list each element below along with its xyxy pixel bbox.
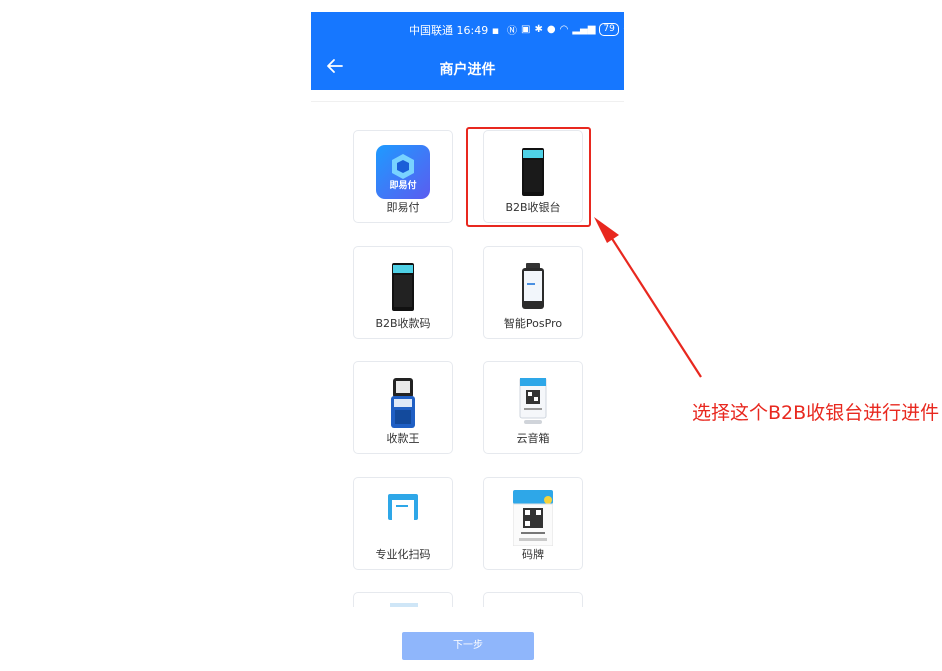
product-card-partial-right[interactable] — [483, 592, 583, 607]
phone-screen: 中国联通 16:49 ▪ Ⓝ ▣ ✱ ● ◠ ▂▄▆ 79 ϟ — [311, 12, 624, 671]
battery-icon: 79 — [599, 23, 619, 36]
location-icon: ● — [546, 24, 556, 35]
screenshot-canvas: 中国联通 16:49 ▪ Ⓝ ▣ ✱ ● ◠ ▂▄▆ 79 ϟ — [0, 0, 942, 671]
carrier-name: 中国联通 — [409, 24, 453, 37]
page-title: 商户进件 — [439, 62, 496, 78]
scanner-box-icon — [388, 494, 418, 520]
product-label: 专业化扫码 — [375, 548, 431, 561]
nfc-icon: Ⓝ — [507, 26, 517, 37]
product-card-cloud-speaker[interactable]: 云音箱 — [483, 361, 583, 454]
product-label: 智能PosPro — [503, 317, 563, 330]
bluetooth-icon: ✱ — [534, 24, 543, 35]
notification-dot-icon: ▪ — [491, 24, 500, 37]
app-header: 中国联通 16:49 ▪ Ⓝ ▣ ✱ ● ◠ ▂▄▆ 79 ϟ — [311, 12, 624, 90]
product-label: 云音箱 — [516, 432, 550, 445]
jiyifu-logo-text: 即易付 — [389, 181, 417, 191]
product-label: B2B收款码 — [375, 317, 431, 330]
product-card-pro-scanner[interactable]: 专业化扫码 — [353, 477, 453, 570]
carrier-time: 中国联通 16:49 ▪ — [409, 22, 499, 38]
product-label: 即易付 — [386, 201, 420, 214]
header-divider — [311, 90, 624, 102]
smart-pos-icon — [522, 263, 544, 309]
annotation-arrow — [594, 217, 702, 378]
cloud-speaker-icon — [519, 378, 547, 424]
status-icons: Ⓝ ▣ ✱ ● ◠ ▂▄▆ 79 ϟ — [507, 22, 624, 37]
partial-device-icon — [390, 603, 418, 607]
qr-plate-icon — [513, 490, 553, 546]
product-card-qr-plate[interactable]: 码牌 — [483, 477, 583, 570]
product-card-partial-left[interactable] — [353, 592, 453, 607]
pos-terminal-icon — [392, 263, 414, 311]
product-label: 收款王 — [386, 432, 420, 445]
nav-bar: 商户进件 — [311, 46, 624, 90]
signal-icon: ▂▄▆ — [572, 24, 596, 35]
product-card-smart-pospro[interactable]: 智能PosPro — [483, 246, 583, 339]
vibrate-icon: ▣ — [521, 24, 531, 35]
payment-terminal-icon — [391, 378, 415, 428]
annotation-text: 选择这个B2B收银台进行进件 — [692, 402, 940, 424]
product-card-jiyifu[interactable]: 即易付 即易付 — [353, 130, 453, 223]
product-card-shoukuanwang[interactable]: 收款王 — [353, 361, 453, 454]
clock: 16:49 — [456, 24, 489, 37]
wifi-icon: ◠ — [559, 24, 569, 35]
next-step-button[interactable]: 下一步 — [402, 632, 534, 660]
product-card-b2b-qrcode[interactable]: B2B收款码 — [353, 246, 453, 339]
highlight-box — [466, 127, 591, 227]
product-label: 码牌 — [522, 548, 544, 561]
status-bar: 中国联通 16:49 ▪ Ⓝ ▣ ✱ ● ◠ ▂▄▆ 79 ϟ — [311, 12, 624, 46]
charging-icon: ϟ — [623, 24, 624, 35]
